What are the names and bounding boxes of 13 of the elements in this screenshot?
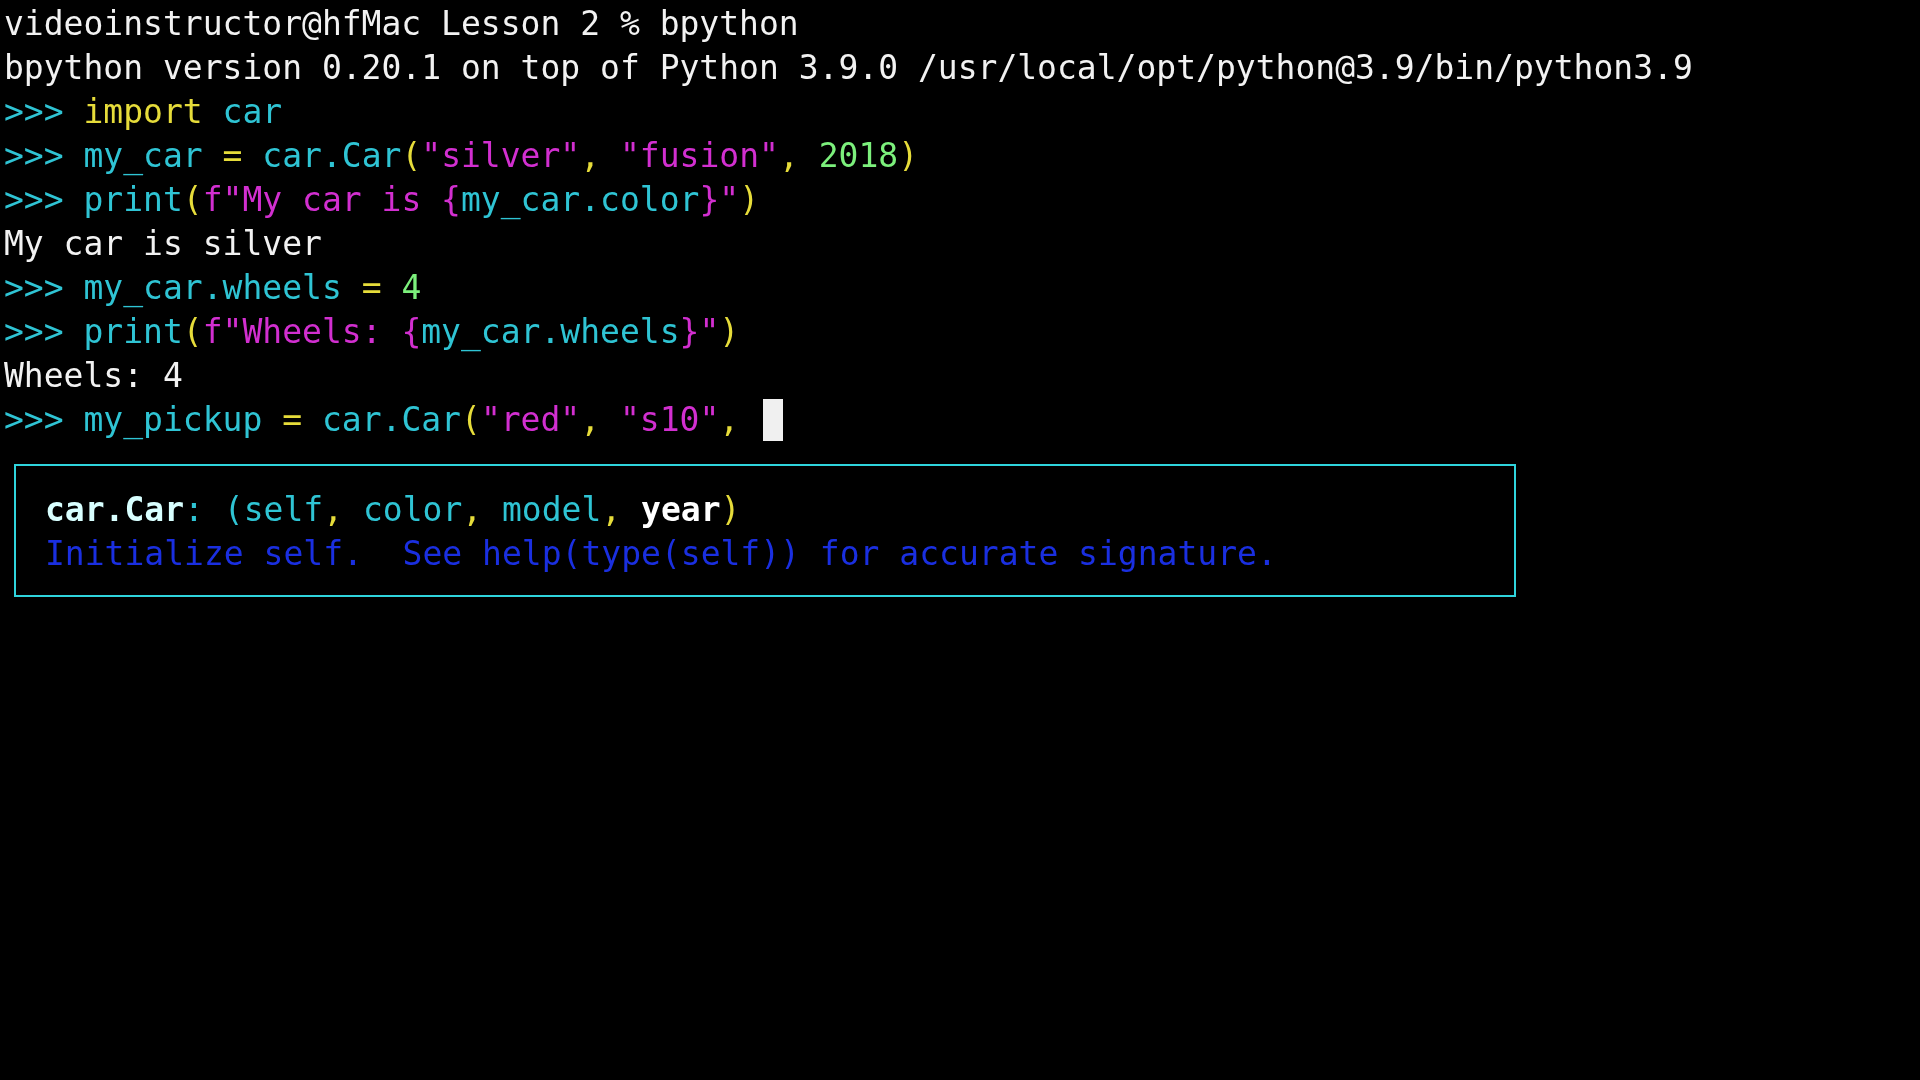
function-signature: car.Car: (self, color, model, year) bbox=[45, 489, 741, 531]
terminal-line: >>> import car bbox=[4, 91, 283, 133]
terminal-line: >>> my_car = car.Car("silver", "fusion", 2018) bbox=[4, 135, 919, 178]
terminal-line: >>> my_pickup = car.Car("red", "s10", bbox=[4, 399, 741, 442]
terminal-line: My car is silver bbox=[4, 223, 322, 265]
terminal-line: videoinstructor@hfMac Lesson 2 % bpython bbox=[4, 3, 799, 45]
text-cursor bbox=[763, 399, 784, 441]
terminal-line: Wheels: 4 bbox=[4, 355, 183, 397]
terminal-line: bpython version 0.20.1 on top of Python 3.9.0 /usr/local/opt/python@3.9/bin/python3.9 bbox=[4, 47, 1693, 89]
terminal-line: >>> print(f"Wheels: {my_car.wheels}") bbox=[4, 311, 740, 354]
terminal-line: >>> my_car.wheels = 4 bbox=[4, 267, 422, 310]
docstring: Initialize self. See help(type(self)) for accurate signature. bbox=[45, 533, 1278, 575]
terminal-line: >>> print(f"My car is {my_car.color}") bbox=[4, 179, 760, 222]
